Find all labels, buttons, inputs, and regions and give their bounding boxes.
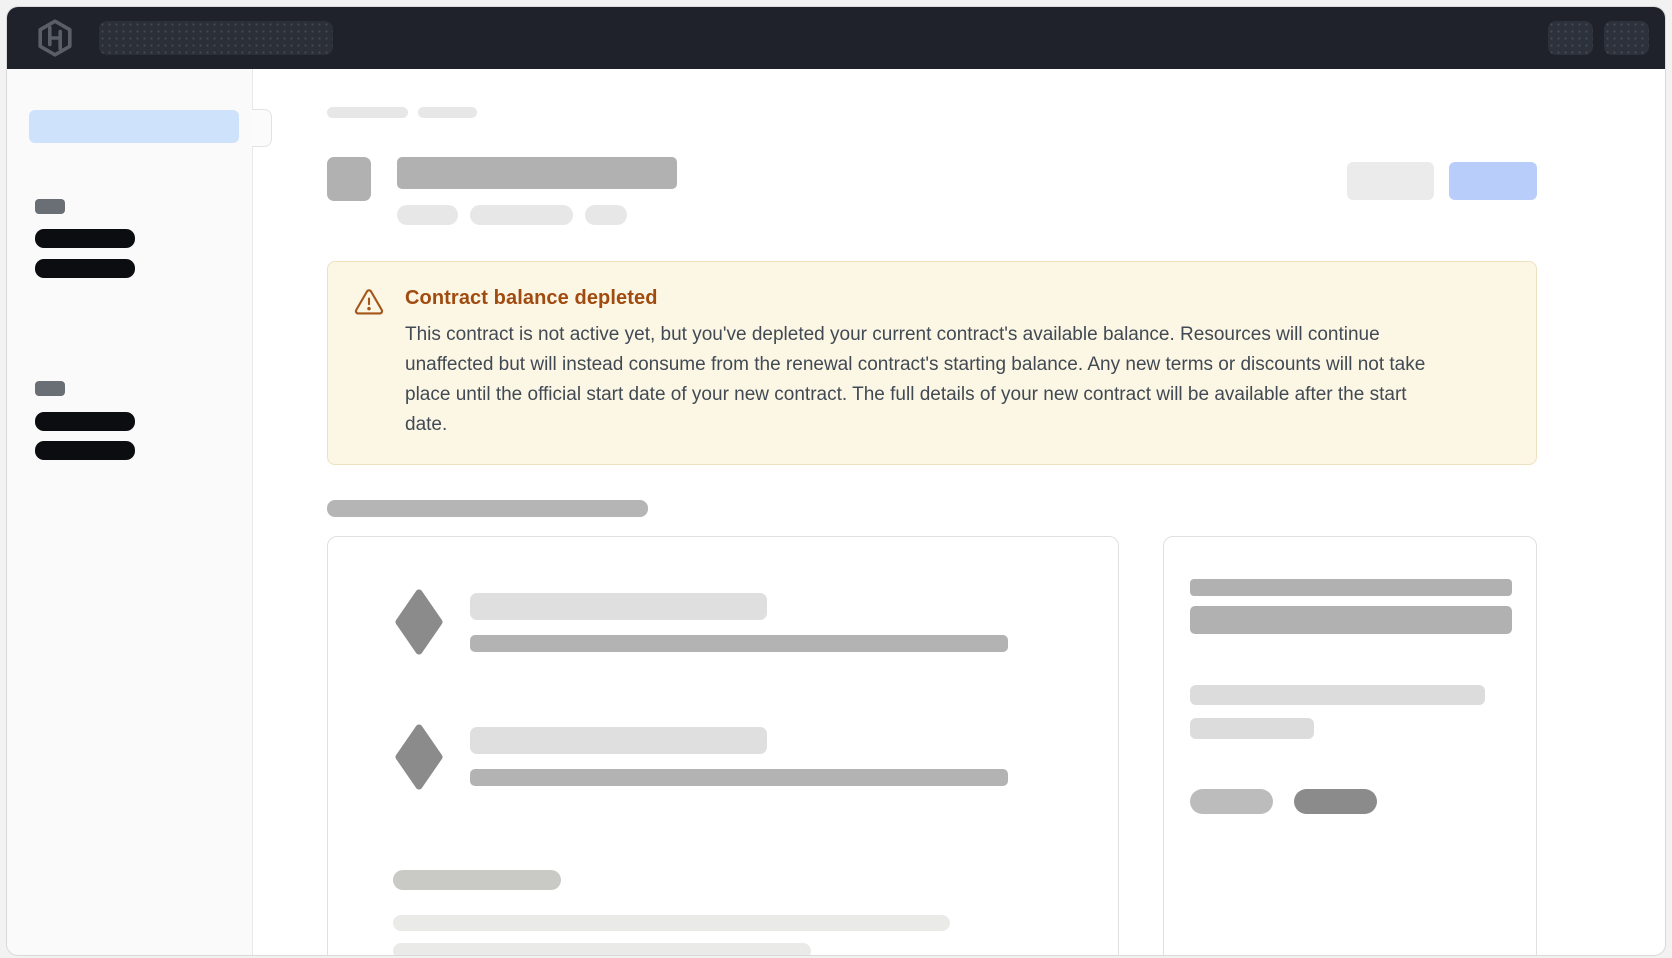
- item-subtitle-placeholder: [470, 769, 1008, 786]
- summary-heading-placeholder: [1190, 606, 1512, 634]
- sidebar-item[interactable]: [35, 229, 135, 248]
- diamond-icon: [395, 589, 443, 660]
- summary-card: [1163, 536, 1537, 955]
- card-footer-label-placeholder: [393, 870, 561, 890]
- nav-help-button[interactable]: [1548, 21, 1593, 55]
- nav-search-placeholder[interactable]: [99, 21, 333, 55]
- summary-line-placeholder: [1190, 685, 1485, 705]
- card-footer-line-placeholder: [393, 915, 950, 931]
- page-icon-placeholder: [327, 157, 371, 201]
- top-navbar: [7, 7, 1665, 69]
- breadcrumb: [327, 107, 1537, 118]
- card-footer-line-placeholder: [393, 943, 811, 955]
- breadcrumb-segment[interactable]: [327, 107, 408, 118]
- warning-triangle-icon: [354, 287, 384, 440]
- page-header: [327, 157, 1537, 225]
- status-badge-placeholder: [470, 205, 573, 225]
- sidebar-section-label: [35, 381, 65, 396]
- header-actions: [1347, 162, 1537, 200]
- status-badge-placeholder: [585, 205, 627, 225]
- sidebar-section-label: [35, 199, 65, 214]
- sidebar-item-selected[interactable]: [29, 110, 239, 143]
- item-title-placeholder: [470, 727, 767, 754]
- page-title-column: [397, 157, 677, 225]
- item-subtitle-placeholder: [470, 635, 1008, 652]
- item-title-placeholder: [470, 593, 767, 620]
- alert-content: Contract balance depleted This contract …: [405, 287, 1445, 440]
- sidebar-item[interactable]: [35, 441, 135, 460]
- diamond-icon: [395, 724, 443, 795]
- status-badge-placeholder: [397, 205, 458, 225]
- main-content: Contract balance depleted This contract …: [253, 69, 1665, 955]
- hashicorp-logo-icon: [34, 17, 76, 59]
- items-list-card: [327, 536, 1119, 955]
- secondary-action-button[interactable]: [1347, 162, 1434, 200]
- sidebar-collapse-handle[interactable]: [252, 109, 272, 147]
- sidebar-item[interactable]: [35, 412, 135, 431]
- summary-line-placeholder: [1190, 718, 1314, 739]
- alert-body: This contract is not active yet, but you…: [405, 320, 1445, 440]
- cards-row: [327, 536, 1537, 955]
- body-row: Contract balance depleted This contract …: [7, 69, 1665, 955]
- section-heading-placeholder: [327, 500, 648, 517]
- page-header-left: [327, 157, 677, 225]
- sidebar: [7, 69, 253, 955]
- breadcrumb-segment[interactable]: [418, 107, 477, 118]
- nav-user-menu-button[interactable]: [1604, 21, 1649, 55]
- warning-alert: Contract balance depleted This contract …: [327, 261, 1537, 465]
- page-title-placeholder: [397, 157, 677, 189]
- badge-row: [397, 205, 677, 225]
- summary-tag-placeholder[interactable]: [1190, 789, 1273, 814]
- app-window: Contract balance depleted This contract …: [6, 6, 1666, 956]
- sidebar-item[interactable]: [35, 259, 135, 278]
- alert-title: Contract balance depleted: [405, 287, 1445, 310]
- summary-heading-placeholder: [1190, 579, 1512, 596]
- primary-action-button[interactable]: [1449, 162, 1537, 200]
- summary-tag-placeholder[interactable]: [1294, 789, 1377, 814]
